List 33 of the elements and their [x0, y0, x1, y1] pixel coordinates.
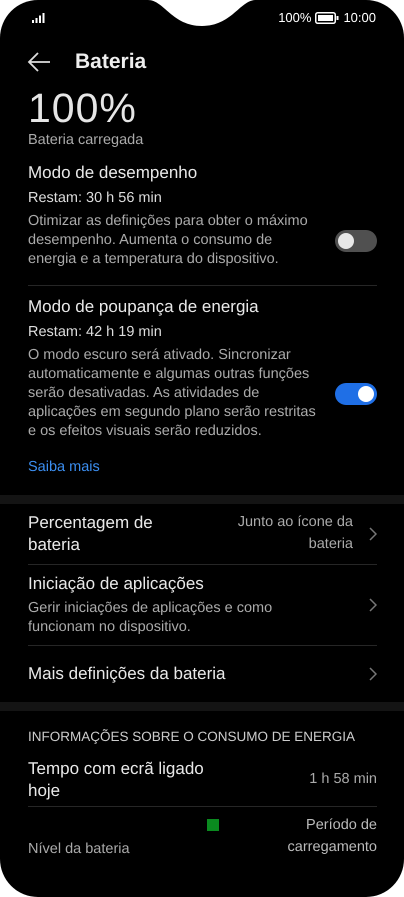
settings-item[interactable]: Mais definições da bateria — [28, 646, 377, 702]
toggle-switch[interactable] — [335, 382, 377, 405]
remaining-time: Restam: 42 h 19 min — [28, 323, 163, 342]
screen-time-value: 1 h 58 min — [309, 770, 377, 790]
clock: 10:00 — [343, 9, 376, 28]
setting-value: Junto ao ícone da bateria — [236, 513, 353, 554]
learn-more-link[interactable]: Saiba mais — [28, 457, 100, 479]
mode-description: Otimizar as definições para obter o máximo desempenho. Aumenta o consumo de energia e a temperatura do dispositivo. — [28, 212, 309, 270]
setting-label: Percentagem de bateria — [28, 512, 154, 556]
settings-item[interactable]: Percentagem de bateria Junto ao ícone da bateria — [28, 504, 377, 566]
back-icon[interactable] — [27, 52, 51, 72]
mode-title: Modo de desempenho — [28, 162, 198, 184]
screen-time-label: Tempo com ecrã ligado hoje — [28, 758, 205, 802]
mode-description: O modo escuro será ativado. Sincronizar automaticamente e algumas outras funções serão desativadas. As atividades de aplicações em segundo plano serão restritas e os efeitos visuais serão reduzidos. — [28, 346, 317, 442]
chevron-icon — [369, 598, 377, 612]
setting-label: Iniciação de aplicações — [28, 573, 205, 596]
legend-label: Período de carregamento — [286, 816, 377, 857]
settings-item[interactable]: Iniciação de aplicações Gerir iniciações de aplicações e como funcionam no dispositivo. — [28, 565, 377, 646]
mode-title: Modo de poupança de energia — [28, 296, 260, 318]
remaining-time: Restam: 30 h 56 min — [28, 189, 163, 208]
toggle-switch[interactable] — [335, 230, 377, 252]
setting-description: Gerir iniciações de aplicações e como funcionam no dispositivo. — [28, 599, 274, 638]
chart-label: Nível da bateria — [28, 840, 130, 859]
page-title: Bateria — [75, 49, 146, 75]
section-heading: INFORMAÇÕES SOBRE O CONSUMO DE ENERGIA — [28, 728, 356, 746]
battery-status: Bateria carregada — [27, 131, 144, 150]
battery-icon — [315, 12, 340, 24]
chevron-icon — [369, 527, 377, 542]
signal-icon — [32, 13, 45, 23]
setting-label: Mais definições da bateria — [28, 663, 227, 686]
chevron-icon — [369, 667, 377, 682]
battery-percent: 100% — [278, 9, 312, 28]
battery-percentage: 100% — [27, 84, 138, 133]
